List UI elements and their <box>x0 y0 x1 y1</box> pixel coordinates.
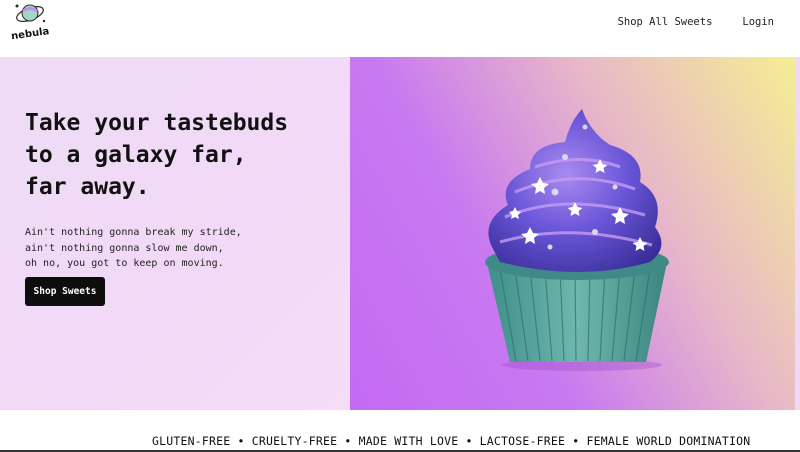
nebula-logo[interactable]: nebula <box>8 0 52 42</box>
headline-line: Take your tastebuds <box>25 110 289 136</box>
headline-line: far away. <box>25 174 150 200</box>
tagline-text: GLUTEN-FREE • CRUELTY-FREE • MADE WITH L… <box>152 434 751 448</box>
shop-sweets-button[interactable]: Shop Sweets <box>25 277 105 306</box>
hero-section: Take your tastebuds to a galaxy far, far… <box>0 57 800 410</box>
galaxy-cupcake-image <box>485 109 669 371</box>
body-line: oh no, you got to keep on moving. <box>25 258 224 269</box>
headline-line: to a galaxy far, <box>25 142 247 168</box>
nav-shop-all-sweets[interactable]: Shop All Sweets <box>618 16 713 28</box>
nav-login[interactable]: Login <box>742 16 774 28</box>
tagline-marquee: GLUTEN-FREE • CRUELTY-FREE • MADE WITH L… <box>0 410 800 452</box>
site-header: nebula Shop All Sweets Login <box>0 0 800 57</box>
hero-text-panel: Take your tastebuds to a galaxy far, far… <box>0 57 350 410</box>
hero-body: Ain't nothing gonna break my stride, ain… <box>25 225 242 272</box>
hero-image-panel <box>350 57 795 410</box>
body-line: Ain't nothing gonna break my stride, <box>25 227 242 238</box>
hero-headline: Take your tastebuds to a galaxy far, far… <box>25 107 345 203</box>
planet-logo-icon: nebula <box>10 4 50 42</box>
svg-text:nebula: nebula <box>10 26 50 40</box>
hero-edge-strip <box>795 57 800 410</box>
main-nav: Shop All Sweets Login <box>618 16 774 28</box>
body-line: ain't nothing gonna slow me down, <box>25 242 224 254</box>
